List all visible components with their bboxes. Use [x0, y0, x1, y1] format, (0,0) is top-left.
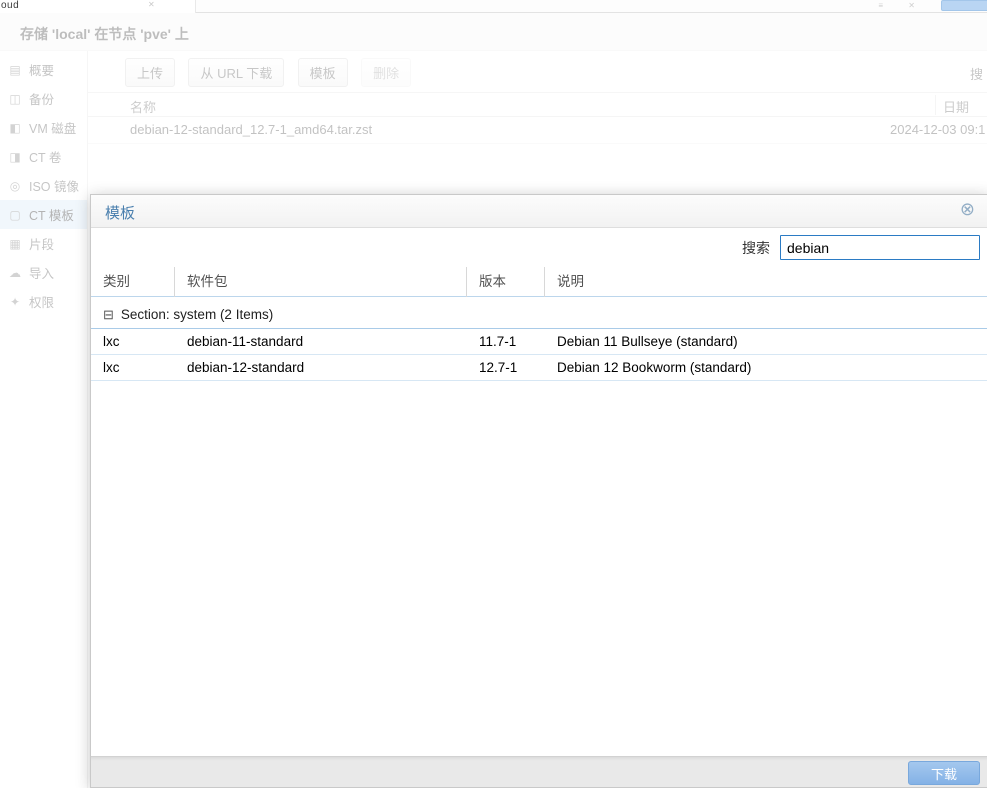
close-icon[interactable]: ✕	[908, 1, 915, 10]
table-group-header[interactable]: ⊟ Section: system (2 Items)	[91, 300, 987, 329]
search-label: 搜索	[742, 238, 770, 258]
table-row[interactable]: lxc debian-12-standard 12.7-1 Debian 12 …	[91, 355, 987, 381]
cell-type: lxc	[91, 334, 175, 349]
cell-package: debian-11-standard	[175, 334, 467, 349]
cell-type: lxc	[91, 360, 175, 375]
top-strip-divider	[196, 12, 987, 13]
browser-tab-title: oud	[1, 0, 19, 11]
column-header-description[interactable]: 说明	[545, 267, 987, 297]
column-header-version[interactable]: 版本	[467, 267, 545, 297]
templates-modal: 模板 ⊗ 搜索 类别 软件包 版本 说明 ⊟ Section: system (2…	[90, 194, 987, 788]
cell-description: Debian 11 Bullseye (standard)	[545, 334, 987, 349]
menu-icon[interactable]: ≡	[878, 1, 883, 10]
screen: 存储 'local' 在节点 'pve' 上 ▤ 概要 ◫ 备份 ◧ VM 磁盘…	[0, 0, 987, 788]
browser-tab[interactable]: oud ✕	[0, 0, 196, 13]
cell-package: debian-12-standard	[175, 360, 467, 375]
group-label: Section: system (2 Items)	[121, 307, 273, 322]
modal-footer: 下载	[91, 756, 987, 787]
download-button[interactable]: 下载	[908, 761, 980, 785]
cell-version: 11.7-1	[467, 334, 545, 349]
modal-title: 模板	[105, 202, 135, 223]
corner-action-button[interactable]	[941, 0, 987, 11]
modal-header: 模板 ⊗	[91, 195, 987, 228]
cell-description: Debian 12 Bookworm (standard)	[545, 360, 987, 375]
column-header-package[interactable]: 软件包	[175, 267, 467, 297]
modal-search-row: 搜索	[91, 228, 987, 267]
column-header-type[interactable]: 类别	[91, 267, 175, 297]
cell-version: 12.7-1	[467, 360, 545, 375]
top-strip: oud ✕ ≡ ✕	[0, 0, 987, 13]
collapse-icon[interactable]: ⊟	[103, 300, 114, 329]
tab-close-icon[interactable]: ✕	[148, 0, 155, 9]
search-input[interactable]	[780, 235, 980, 260]
modal-table-header: 类别 软件包 版本 说明	[91, 267, 987, 297]
table-row[interactable]: lxc debian-11-standard 11.7-1 Debian 11 …	[91, 329, 987, 355]
modal-close-icon[interactable]: ⊗	[960, 200, 975, 218]
